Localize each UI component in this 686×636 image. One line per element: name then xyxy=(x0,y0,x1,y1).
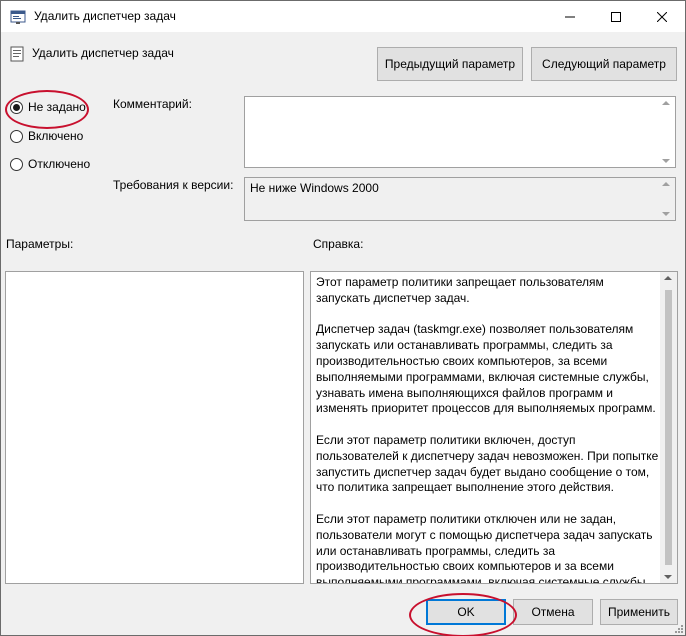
next-setting-button[interactable]: Следующий параметр xyxy=(531,47,677,81)
maximize-button[interactable] xyxy=(593,1,639,32)
scroll-up-icon[interactable] xyxy=(662,101,670,105)
minimize-button[interactable] xyxy=(547,1,593,32)
policy-name: Удалить диспетчер задач xyxy=(32,46,174,60)
version-requirements-label: Требования к версии: xyxy=(113,178,234,192)
minimize-icon xyxy=(565,16,575,17)
radio-label: Не задано xyxy=(28,100,86,114)
radio-label: Отключено xyxy=(28,157,91,171)
version-requirements-value: Не ниже Windows 2000 xyxy=(250,181,379,195)
help-label: Справка: xyxy=(313,237,364,251)
apply-button[interactable]: Применить xyxy=(600,599,678,625)
radio-label: Включено xyxy=(28,129,84,143)
help-paragraph: Если этот параметр политики включен, дос… xyxy=(316,432,659,495)
radio-disabled[interactable]: Отключено xyxy=(10,157,90,171)
comment-textarea[interactable] xyxy=(244,96,676,168)
close-icon xyxy=(657,11,667,22)
comment-scrollbar[interactable] xyxy=(658,97,675,167)
ok-button[interactable]: OK xyxy=(426,599,506,625)
help-panel: Этот параметр политики запрещает пользов… xyxy=(310,271,678,584)
scroll-down-icon[interactable] xyxy=(664,575,672,579)
cancel-button[interactable]: Отмена xyxy=(513,599,593,625)
version-scrollbar[interactable] xyxy=(658,178,675,220)
radio-not-configured[interactable]: Не задано xyxy=(10,100,86,114)
parameters-label: Параметры: xyxy=(6,237,74,251)
radio-button[interactable] xyxy=(10,100,23,114)
radio-button[interactable] xyxy=(10,129,23,143)
scroll-down-icon[interactable] xyxy=(662,212,670,216)
radio-button[interactable] xyxy=(10,157,23,171)
help-paragraph: Этот параметр политики запрещает пользов… xyxy=(316,275,604,305)
help-paragraph: Если этот параметр политики отключен или… xyxy=(316,511,653,583)
radio-selected-dot xyxy=(13,103,20,111)
policy-settings-icon xyxy=(10,10,26,24)
scroll-up-icon[interactable] xyxy=(664,276,672,280)
policy-document-icon xyxy=(10,46,24,62)
scroll-up-icon[interactable] xyxy=(662,182,670,186)
help-scrollbar[interactable] xyxy=(660,272,677,583)
previous-setting-button[interactable]: Предыдущий параметр xyxy=(377,47,523,81)
resize-grip-icon[interactable] xyxy=(673,623,683,633)
window-title: Удалить диспетчер задач xyxy=(34,9,176,23)
scroll-down-icon[interactable] xyxy=(662,159,670,163)
title-bar[interactable]: Удалить диспетчер задач xyxy=(1,1,685,32)
parameters-panel xyxy=(5,271,304,584)
radio-enabled[interactable]: Включено xyxy=(10,129,83,143)
policy-dialog: Удалить диспетчер задач Удалить диспетче… xyxy=(0,0,686,636)
help-paragraph: Диспетчер задач (taskmgr.exe) позволяет … xyxy=(316,322,656,416)
scrollbar-thumb[interactable] xyxy=(665,290,672,565)
help-text: Этот параметр политики запрещает пользов… xyxy=(316,275,659,583)
close-button[interactable] xyxy=(639,1,685,32)
comment-label: Комментарий: xyxy=(113,97,192,111)
maximize-icon xyxy=(611,11,621,22)
version-requirements-box: Не ниже Windows 2000 xyxy=(244,177,676,221)
